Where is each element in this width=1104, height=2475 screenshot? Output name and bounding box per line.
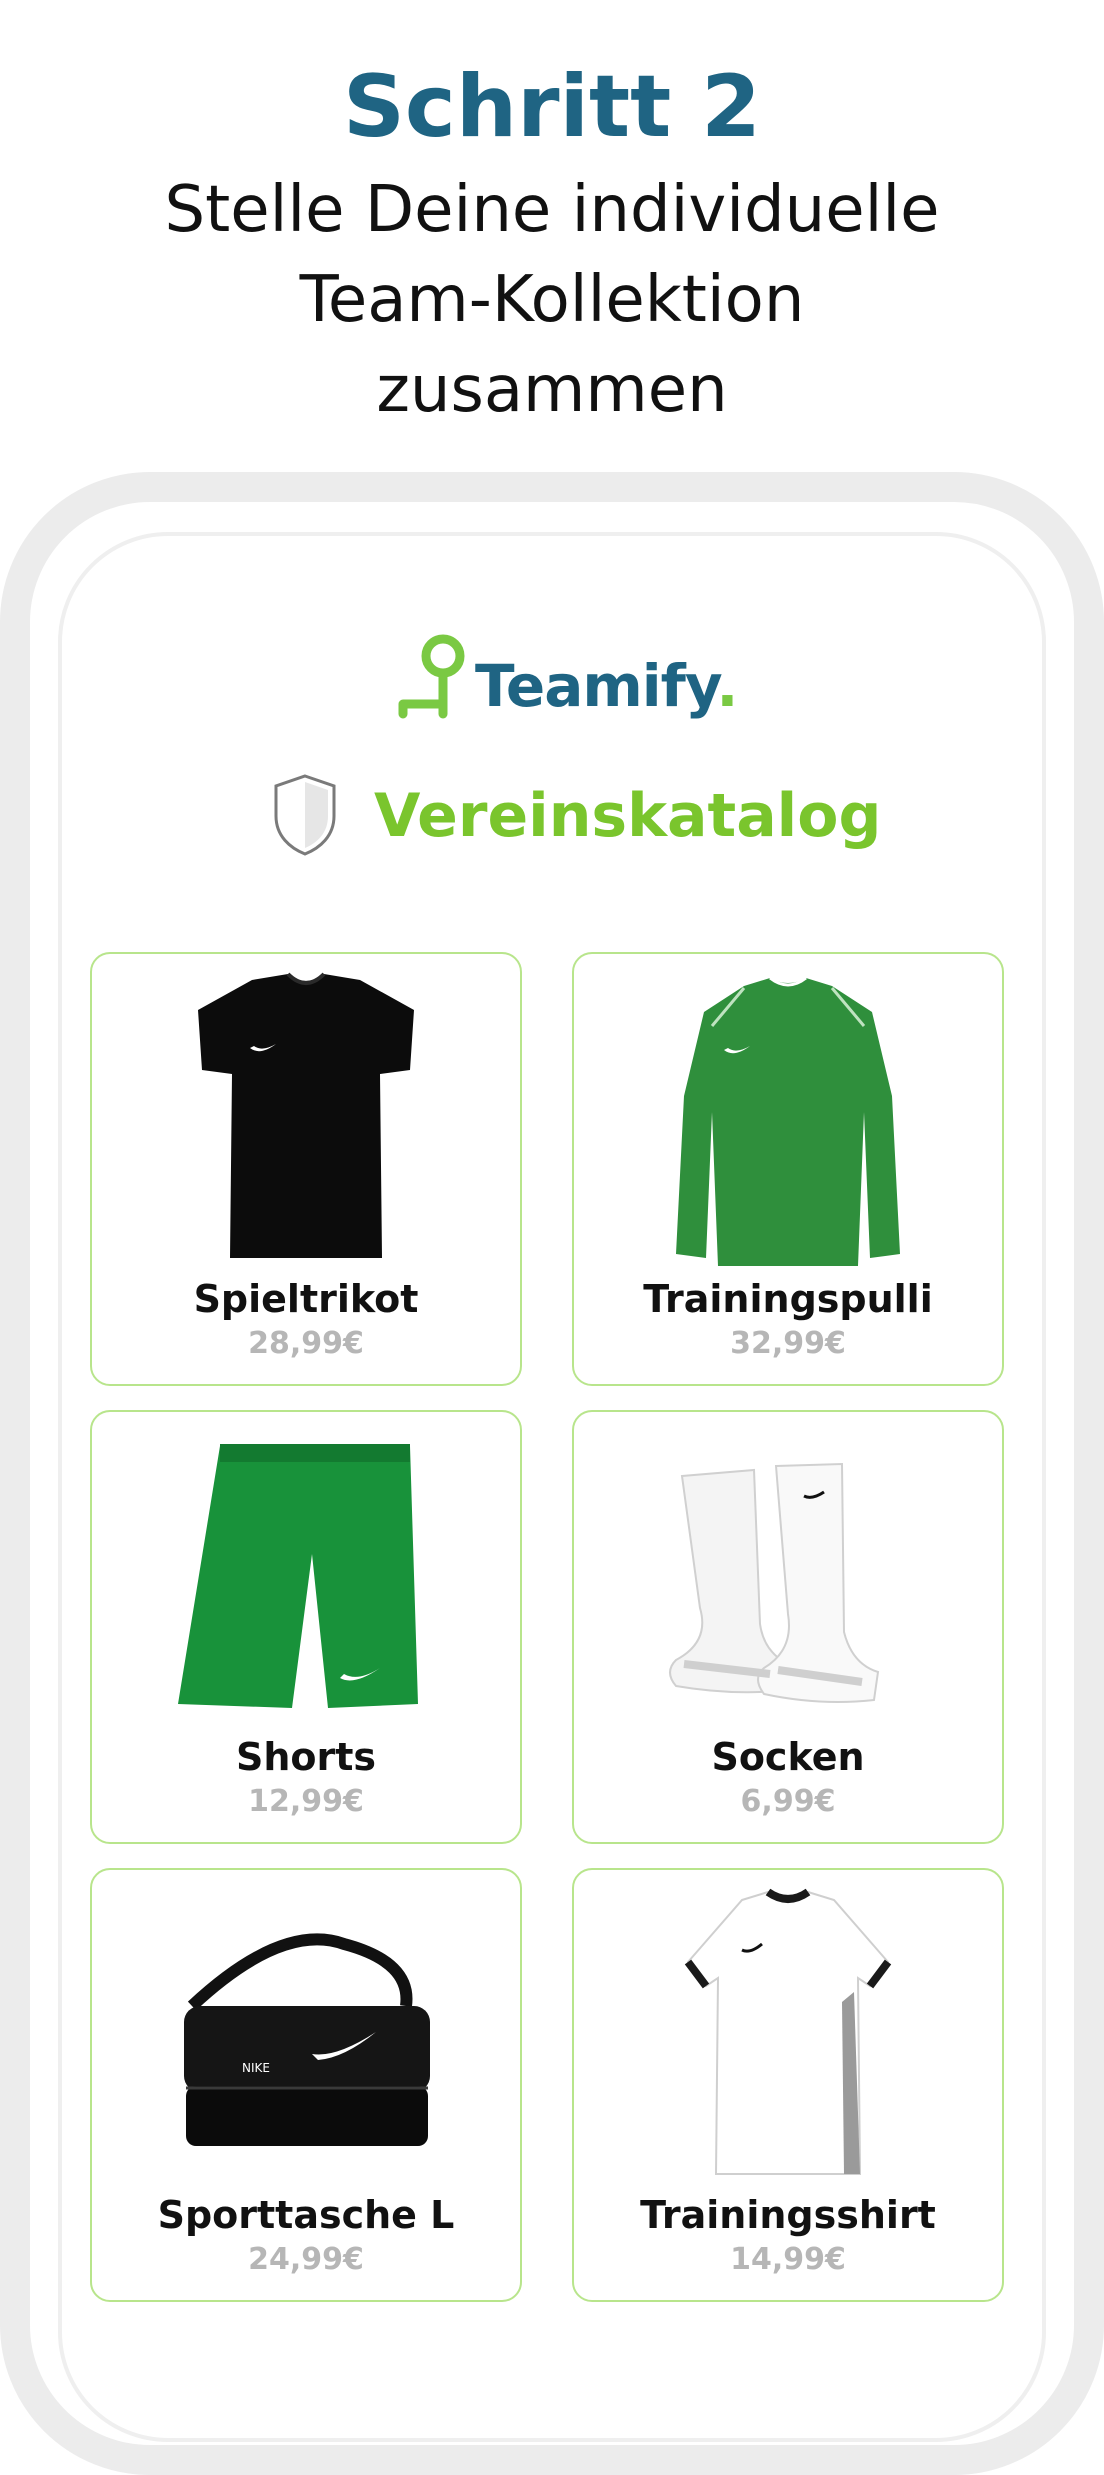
black-sports-bag-image: NIKE bbox=[184, 1933, 430, 2146]
brand-name-text: Teamify bbox=[475, 652, 717, 720]
product-price: 32,99€ bbox=[730, 1326, 846, 1361]
product-name: Shorts bbox=[235, 1735, 377, 1779]
teamify-logo: Teamify. bbox=[395, 632, 738, 732]
subtitle-line-2: Team-Kollektion bbox=[299, 263, 805, 337]
brand-dot: . bbox=[716, 652, 738, 720]
subtitle-line-3: zusammen bbox=[376, 353, 728, 427]
product-price: 6,99€ bbox=[740, 1784, 836, 1819]
catalog-title: Vereinskatalog bbox=[374, 781, 882, 851]
product-name: Trainingspulli bbox=[643, 1277, 933, 1321]
product-card-spieltrikot[interactable]: Spieltrikot 28,99€ bbox=[90, 952, 522, 1386]
step-subtitle: Stelle Deine individuelle Team-Kollektio… bbox=[0, 165, 1104, 435]
green-longsleeve-image bbox=[676, 976, 900, 1266]
product-price: 14,99€ bbox=[730, 2242, 846, 2277]
white-socks-image bbox=[669, 1462, 880, 1703]
brand-name: Teamify. bbox=[475, 646, 738, 726]
green-shorts-image bbox=[178, 1444, 418, 1708]
catalog-header: Vereinskatalog bbox=[270, 772, 881, 862]
product-card-socken[interactable]: Socken 6,99€ bbox=[572, 1410, 1004, 1844]
product-price: 12,99€ bbox=[248, 1784, 364, 1819]
product-name: Spieltrikot bbox=[193, 1277, 419, 1321]
shield-icon bbox=[274, 774, 336, 856]
product-name: Trainingsshirt bbox=[640, 2193, 936, 2237]
subtitle-line-1: Stelle Deine individuelle bbox=[164, 173, 940, 247]
product-price: 28,99€ bbox=[248, 1326, 364, 1361]
svg-text:NIKE: NIKE bbox=[242, 2061, 270, 2075]
product-price: 24,99€ bbox=[248, 2242, 364, 2277]
step-title: Schritt 2 bbox=[342, 57, 762, 157]
product-card-sporttasche-l[interactable]: NIKE Sporttasche L 24,99€ bbox=[90, 1868, 522, 2302]
product-name: Sporttasche L bbox=[157, 2193, 455, 2237]
product-name: Socken bbox=[711, 1735, 865, 1779]
black-jersey-image bbox=[198, 972, 414, 1258]
teamify-person-icon bbox=[398, 634, 465, 719]
product-card-trainingspulli[interactable]: Trainingspulli 32,99€ bbox=[572, 952, 1004, 1386]
product-card-shorts[interactable]: Shorts 12,99€ bbox=[90, 1410, 522, 1844]
white-shirt-image bbox=[684, 1888, 892, 2175]
product-card-trainingsshirt[interactable]: Trainingsshirt 14,99€ bbox=[572, 1868, 1004, 2302]
